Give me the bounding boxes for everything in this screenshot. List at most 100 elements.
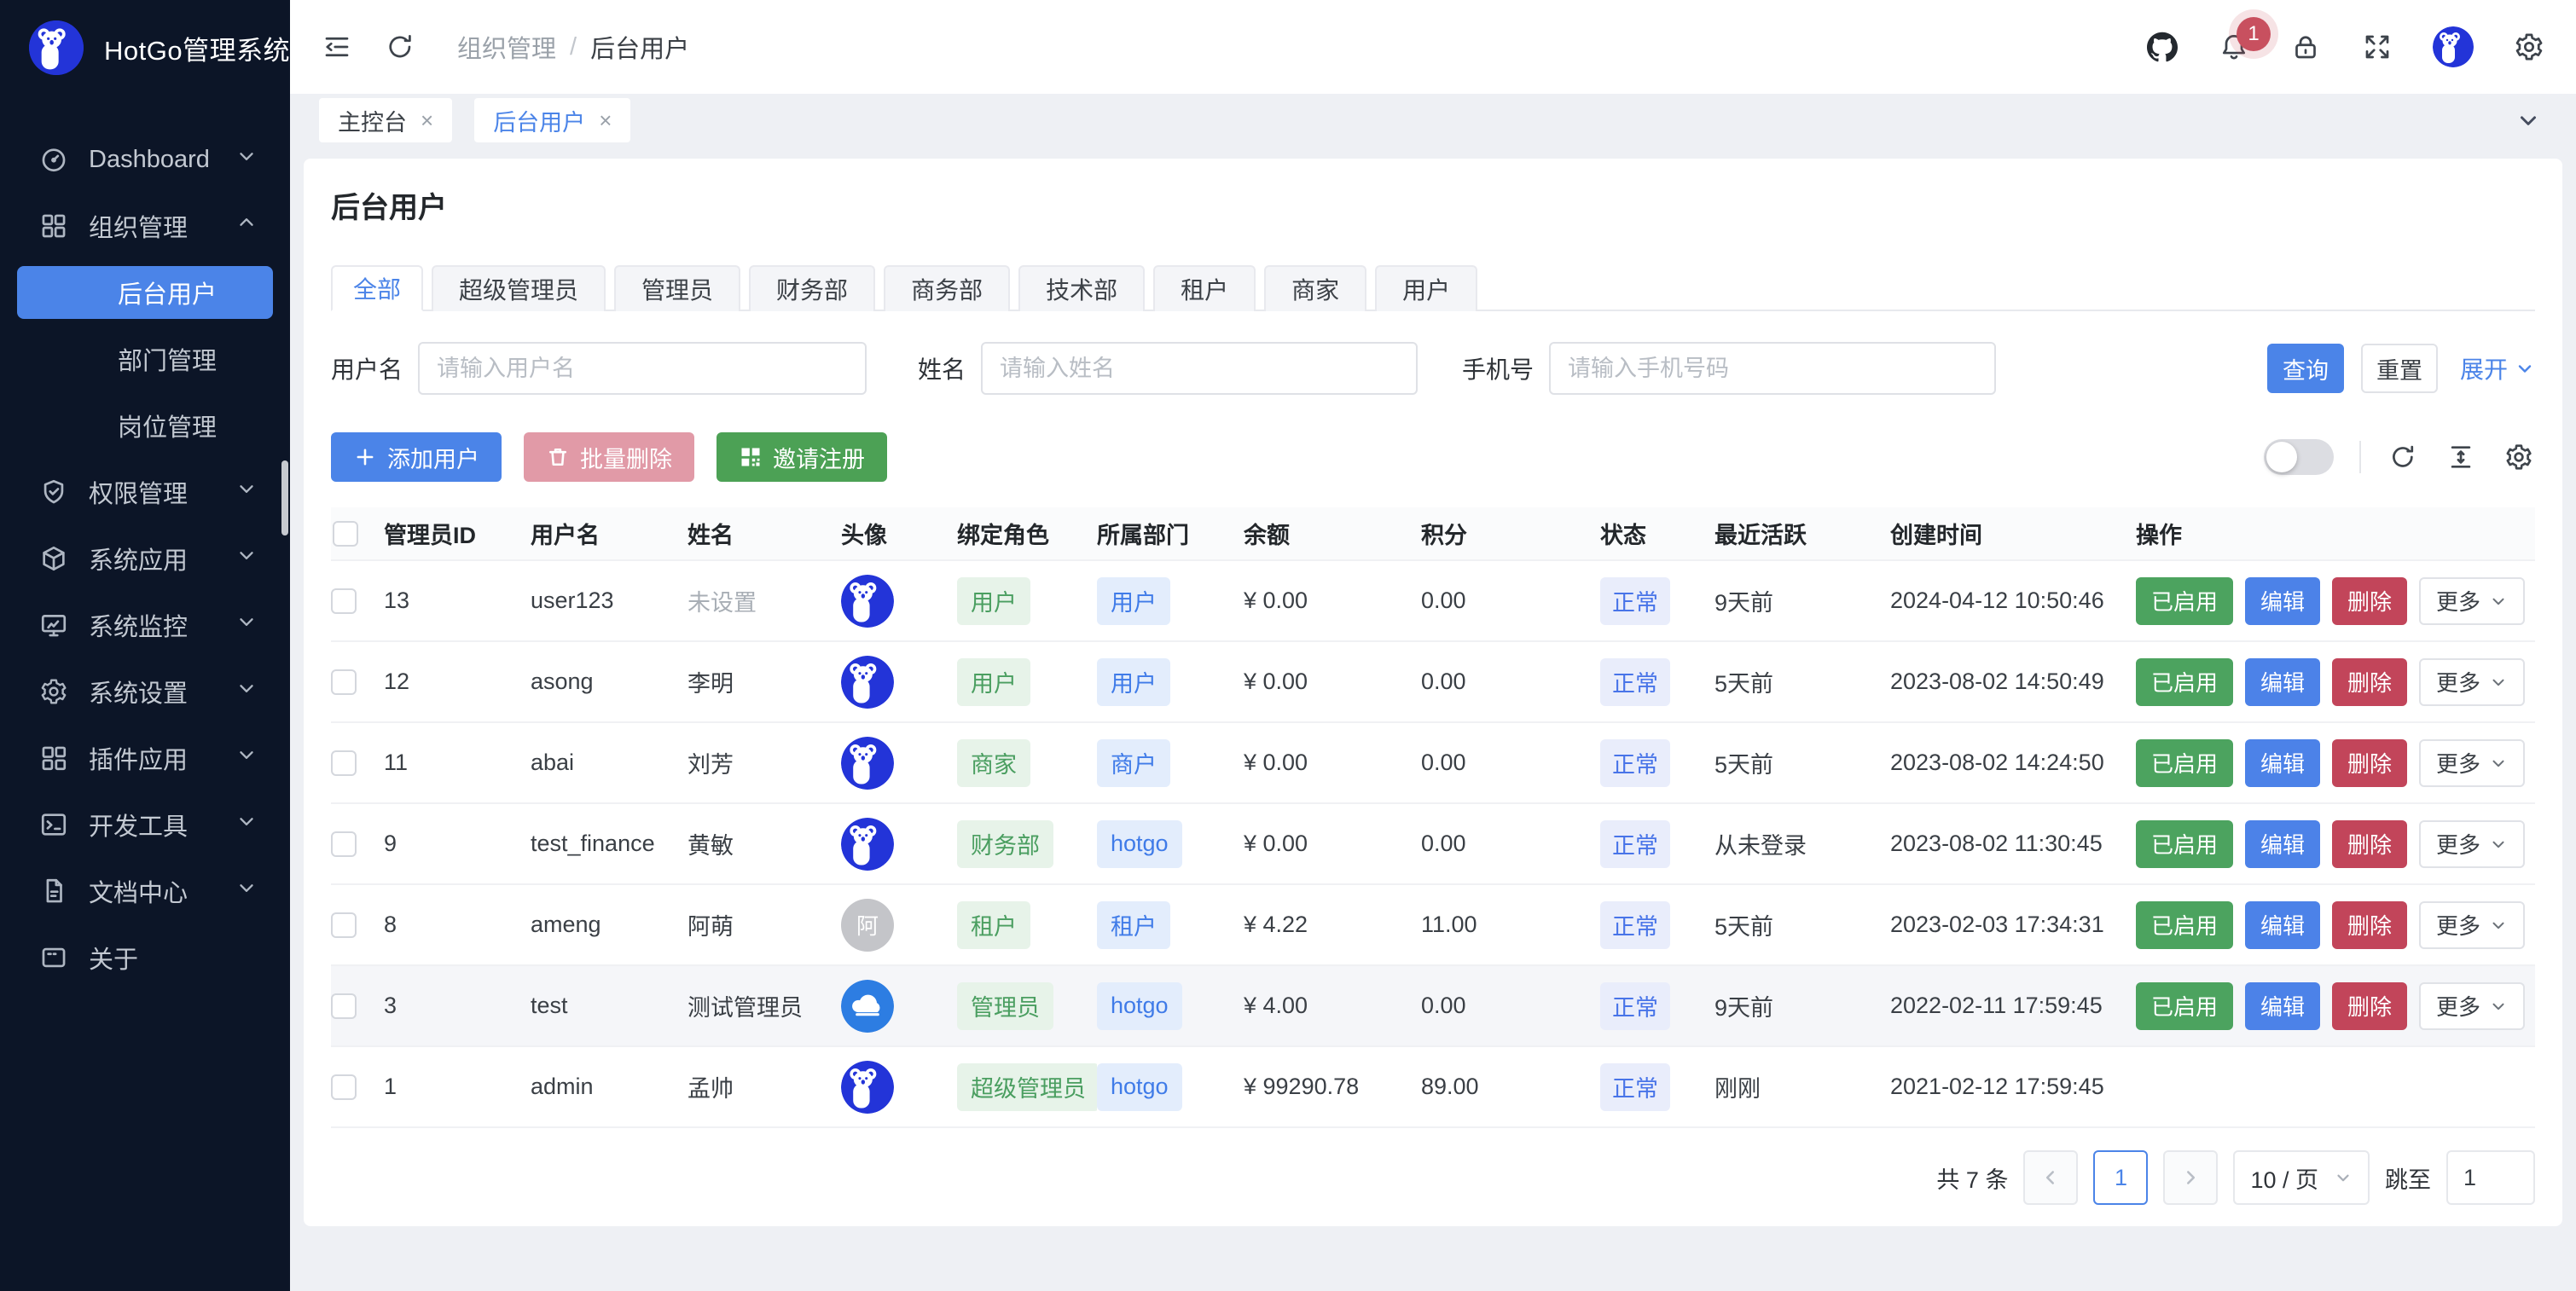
delete-button[interactable]: 删除 bbox=[2332, 577, 2407, 625]
next-page-button[interactable] bbox=[2163, 1150, 2218, 1205]
row-checkbox[interactable] bbox=[331, 912, 357, 938]
sidebar-item-dashboard[interactable]: Dashboard bbox=[0, 133, 290, 186]
row-checkbox[interactable] bbox=[331, 588, 357, 614]
edit-button[interactable]: 编辑 bbox=[2245, 982, 2320, 1030]
more-button[interactable]: 更多 bbox=[2419, 820, 2525, 868]
row-checkbox[interactable] bbox=[331, 993, 357, 1019]
sidebar-item-label: Dashboard bbox=[89, 146, 210, 174]
filter-tab-user[interactable]: 用户 bbox=[1375, 265, 1477, 311]
jump-page-input[interactable] bbox=[2446, 1150, 2535, 1205]
cell-balance: ¥ 0.00 bbox=[1244, 560, 1421, 641]
enabled-button[interactable]: 已启用 bbox=[2136, 901, 2233, 949]
sidebar-subitem-departments[interactable]: 部门管理 bbox=[17, 333, 273, 385]
sidebar-item-organization[interactable]: 组织管理 bbox=[0, 200, 290, 252]
enabled-button[interactable]: 已启用 bbox=[2136, 658, 2233, 706]
close-icon[interactable]: × bbox=[599, 109, 612, 131]
more-button[interactable]: 更多 bbox=[2419, 901, 2525, 949]
role-tag: 用户 bbox=[957, 577, 1030, 625]
filter-tab-tenant[interactable]: 租户 bbox=[1153, 265, 1256, 311]
edit-button[interactable]: 编辑 bbox=[2245, 820, 2320, 868]
sidebar-scrollbar[interactable] bbox=[281, 460, 288, 536]
sidebar-item-about[interactable]: 关于 bbox=[0, 931, 290, 984]
filter-tab-all[interactable]: 全部 bbox=[331, 265, 423, 311]
invite-register-button[interactable]: 邀请注册 bbox=[717, 432, 887, 482]
refresh-icon[interactable] bbox=[384, 31, 416, 63]
username-input[interactable] bbox=[418, 342, 867, 395]
filter-tab-admin[interactable]: 管理员 bbox=[614, 265, 740, 311]
column-settings-gear-icon[interactable] bbox=[2503, 441, 2535, 473]
row-checkbox[interactable] bbox=[331, 831, 357, 857]
lock-screen-icon[interactable] bbox=[2289, 31, 2322, 63]
cube-icon bbox=[39, 544, 68, 573]
fullscreen-icon[interactable] bbox=[2361, 31, 2393, 63]
filter-tab-finance[interactable]: 财务部 bbox=[749, 265, 875, 311]
cell-id: 3 bbox=[384, 965, 531, 1046]
filter-tab-business[interactable]: 商务部 bbox=[884, 265, 1010, 311]
breadcrumb-parent[interactable]: 组织管理 bbox=[457, 29, 556, 65]
query-button[interactable]: 查询 bbox=[2267, 344, 2344, 393]
prev-page-button[interactable] bbox=[2023, 1150, 2078, 1205]
sidebar-item-permissions[interactable]: 权限管理 bbox=[0, 466, 290, 518]
filter-tab-tech[interactable]: 技术部 bbox=[1018, 265, 1145, 311]
row-checkbox[interactable] bbox=[331, 669, 357, 695]
menu-collapse-icon[interactable] bbox=[321, 31, 353, 63]
sidebar-item-system-apps[interactable]: 系统应用 bbox=[0, 532, 290, 585]
edit-button[interactable]: 编辑 bbox=[2245, 577, 2320, 625]
filter-tab-super-admin[interactable]: 超级管理员 bbox=[432, 265, 606, 311]
chevron-down-icon[interactable] bbox=[2509, 101, 2547, 139]
delete-button[interactable]: 删除 bbox=[2332, 739, 2407, 787]
more-button[interactable]: 更多 bbox=[2419, 658, 2525, 706]
page-1-button[interactable]: 1 bbox=[2093, 1150, 2148, 1205]
tab-console[interactable]: 主控台 × bbox=[319, 98, 452, 142]
add-user-button[interactable]: 添加用户 bbox=[331, 432, 502, 482]
table-refresh-icon[interactable] bbox=[2387, 441, 2419, 473]
settings-gear-icon[interactable] bbox=[2513, 31, 2545, 63]
close-icon[interactable]: × bbox=[421, 109, 433, 131]
enabled-button[interactable]: 已启用 bbox=[2136, 739, 2233, 787]
more-button[interactable]: 更多 bbox=[2419, 982, 2525, 1030]
row-checkbox[interactable] bbox=[331, 1074, 357, 1100]
user-avatar[interactable] bbox=[2433, 26, 2474, 67]
enabled-button[interactable]: 已启用 bbox=[2136, 982, 2233, 1030]
edit-button[interactable]: 编辑 bbox=[2245, 901, 2320, 949]
sidebar-item-system-settings[interactable]: 系统设置 bbox=[0, 665, 290, 718]
filter-tab-merchant[interactable]: 商家 bbox=[1264, 265, 1366, 311]
realname-input[interactable] bbox=[981, 342, 1418, 395]
sidebar-subitem-backend-users[interactable]: 后台用户 bbox=[17, 266, 273, 319]
sidebar-item-plugins[interactable]: 插件应用 bbox=[0, 732, 290, 784]
github-icon[interactable] bbox=[2146, 31, 2179, 63]
delete-button[interactable]: 删除 bbox=[2332, 820, 2407, 868]
role-tag: 租户 bbox=[957, 901, 1030, 949]
select-all-checkbox[interactable] bbox=[333, 521, 358, 547]
notification-bell-icon[interactable]: 1 bbox=[2218, 31, 2250, 63]
mobile-input[interactable] bbox=[1549, 342, 1996, 395]
sidebar-item-docs[interactable]: 文档中心 bbox=[0, 865, 290, 918]
row-height-icon[interactable] bbox=[2445, 441, 2477, 473]
edit-button[interactable]: 编辑 bbox=[2245, 739, 2320, 787]
delete-button[interactable]: 删除 bbox=[2332, 658, 2407, 706]
logo[interactable]: HotGo管理系统 bbox=[0, 0, 290, 96]
row-checkbox[interactable] bbox=[331, 750, 357, 776]
table-row: 13 user123 未设置 用户 用户 ¥ 0.00 0.00 正常 9天前 … bbox=[331, 560, 2535, 641]
enabled-button[interactable]: 已启用 bbox=[2136, 820, 2233, 868]
delete-button[interactable]: 删除 bbox=[2332, 982, 2407, 1030]
more-button[interactable]: 更多 bbox=[2419, 739, 2525, 787]
edit-button[interactable]: 编辑 bbox=[2245, 658, 2320, 706]
page-size-select[interactable]: 10 / 页 bbox=[2233, 1150, 2370, 1205]
expand-link[interactable]: 展开 bbox=[2460, 351, 2535, 385]
reset-button[interactable]: 重置 bbox=[2361, 344, 2438, 393]
cell-name: 孟帅 bbox=[688, 1046, 841, 1127]
delete-button[interactable]: 删除 bbox=[2332, 901, 2407, 949]
enabled-button[interactable]: 已启用 bbox=[2136, 577, 2233, 625]
batch-delete-button[interactable]: 批量删除 bbox=[524, 432, 694, 482]
more-button[interactable]: 更多 bbox=[2419, 577, 2525, 625]
cell-last-active: 9天前 bbox=[1714, 965, 1890, 1046]
tab-backend-users[interactable]: 后台用户 × bbox=[474, 98, 630, 142]
striped-toggle[interactable] bbox=[2264, 439, 2334, 475]
topbar: 组织管理 / 后台用户 1 bbox=[290, 0, 2576, 94]
col-actions: 操作 bbox=[2136, 507, 2535, 560]
chevron-down-icon bbox=[2489, 916, 2508, 935]
sidebar-item-system-monitor[interactable]: 系统监控 bbox=[0, 599, 290, 651]
sidebar-subitem-posts[interactable]: 岗位管理 bbox=[17, 399, 273, 452]
sidebar-item-dev-tools[interactable]: 开发工具 bbox=[0, 798, 290, 851]
